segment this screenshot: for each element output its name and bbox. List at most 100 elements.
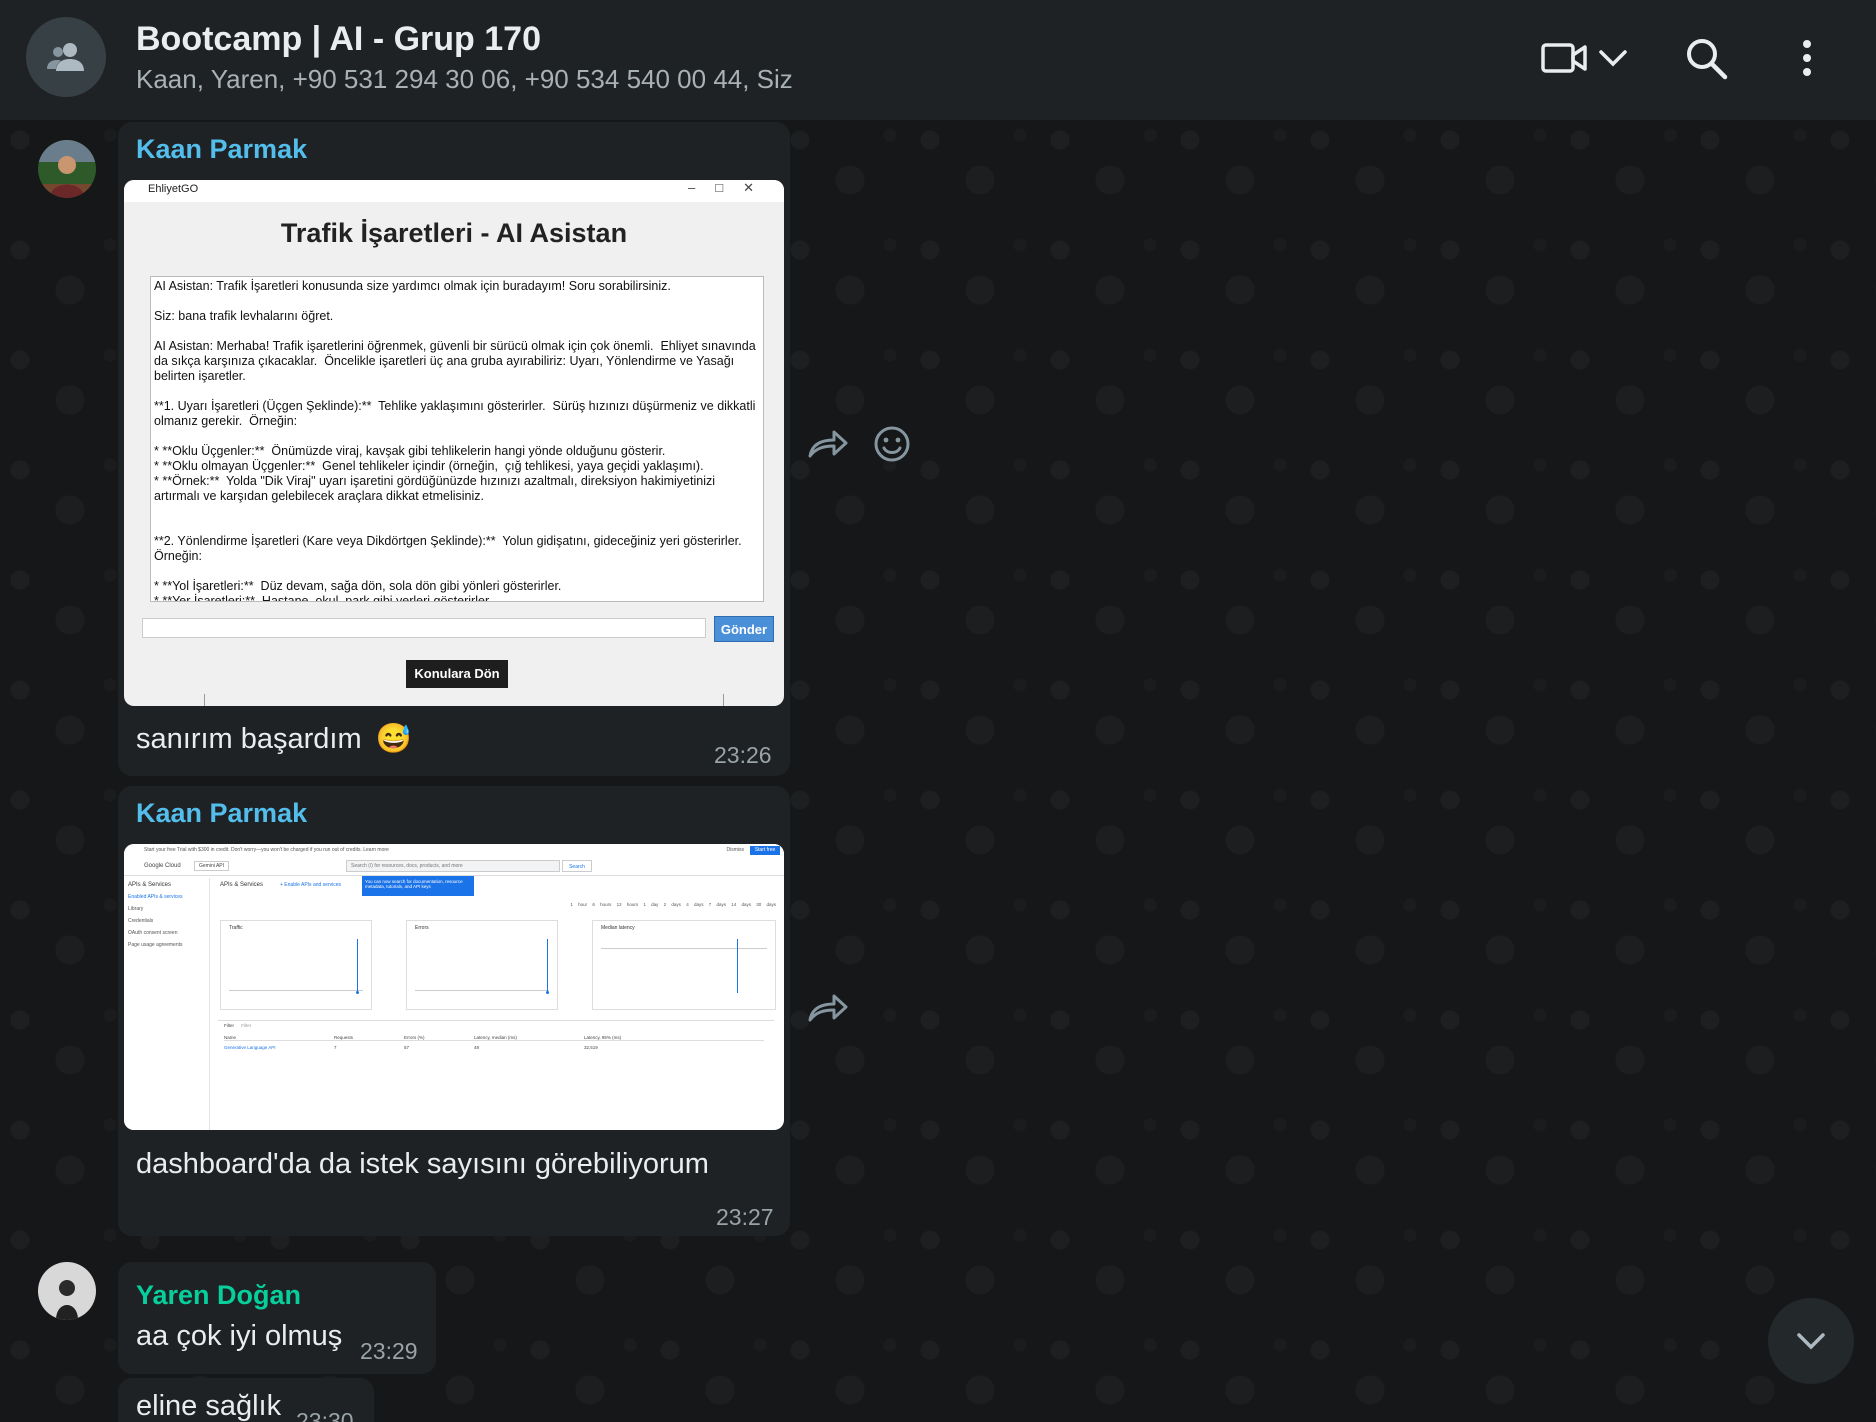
- message-time: 23:26: [714, 742, 772, 768]
- more-options-icon[interactable]: [1790, 36, 1824, 80]
- gcp-chart-card: Traffic: [220, 920, 372, 1010]
- video-call-icon[interactable]: [1540, 38, 1588, 78]
- gcp-time-option: 6 hours: [592, 902, 617, 907]
- message-time: 23:27: [716, 1204, 774, 1230]
- gcp-card-title: Errors: [415, 925, 429, 931]
- conversation-line: [154, 429, 760, 444]
- gcp-side-item: Page usage agreements: [128, 942, 183, 948]
- gcp-time-option: 1 day: [643, 902, 664, 907]
- image-attachment[interactable]: Start your free Trial with $300 in credi…: [124, 844, 784, 1130]
- gcp-time-option: 30 days: [756, 902, 776, 907]
- gcp-filter-label: Filter: [224, 1023, 234, 1028]
- conversation-line: [154, 294, 760, 309]
- gcp-time-option: 7 days: [708, 902, 732, 907]
- gcp-table-header-cell: Name: [224, 1035, 237, 1040]
- gcp-table-cell: 32,519: [584, 1045, 598, 1050]
- chat-participants[interactable]: Kaan, Yaren, +90 531 294 30 06, +90 534 …: [136, 64, 793, 95]
- gcp-table-header-cell: Latency, median (ms): [474, 1035, 517, 1040]
- app-window-title: EhliyetGO: [148, 183, 199, 195]
- gcp-chart-card: Median latency: [592, 920, 776, 1010]
- conversation-line: * **Örnek:** Yolda "Dik Viraj" uyarı işa…: [154, 474, 719, 503]
- message-bubble[interactable]: Kaan Parmak EhliyetGO –□✕ Trafik İşaretl…: [118, 122, 790, 776]
- message-time: 23:29: [360, 1338, 418, 1364]
- message-text: sanırım başardım 😅: [136, 722, 412, 756]
- gcp-filter-input: Filter: [241, 1023, 252, 1028]
- gcp-card-point: [356, 991, 359, 994]
- gcp-table-header-cell: Requests: [334, 1035, 354, 1040]
- gcp-side-item: Library: [128, 906, 144, 912]
- chevron-down-icon[interactable]: [1596, 44, 1630, 72]
- search-icon[interactable]: [1684, 36, 1728, 80]
- message-text-body: sanırım başardım: [136, 723, 362, 755]
- gcp-product-name: Google Cloud: [144, 863, 181, 869]
- sweat-smile-emoji: 😅: [375, 723, 412, 755]
- gcp-card-title: Median latency: [601, 925, 635, 931]
- sender-name[interactable]: Yaren Doğan: [136, 1280, 301, 1311]
- gcp-sidebar: APIs & Services Enabled APIs & services …: [124, 878, 210, 1130]
- conversation-line: [154, 519, 760, 534]
- gcp-table-cell: 48: [474, 1045, 480, 1050]
- gcp-tooltip: You can now search for documentation, re…: [362, 876, 474, 896]
- gcp-side-item: Enabled APIs & services: [128, 894, 183, 900]
- gcp-time-option: 12 hours: [616, 902, 644, 907]
- gcp-table-header-cell: Errors (%): [404, 1035, 425, 1040]
- gcp-card-spike: [547, 939, 548, 993]
- gcp-table-row: Generative Language API 7 57 48 32,519: [224, 1045, 764, 1050]
- message-text: dashboard'da da istek sayısını görebiliy…: [136, 1148, 709, 1180]
- gcp-search-button: Search: [562, 860, 592, 872]
- message-bubble[interactable]: Yaren Doğan aa çok iyi olmuş 23:29: [118, 1262, 436, 1374]
- gcp-time-option: 2 days: [663, 902, 687, 907]
- gcp-table-cell: 57: [404, 1045, 410, 1050]
- app-message-input: [142, 618, 706, 638]
- conversation-line: * **Oklu olmayan Üçgenler:** Genel tehli…: [154, 459, 704, 473]
- conversation-area: AI Asistan: Trafik İşaretleri konusunda …: [150, 276, 764, 602]
- forward-icon[interactable]: [808, 992, 848, 1026]
- message-bubble[interactable]: eline sağlık 23:30: [118, 1378, 374, 1422]
- conversation-line: **2. Yönlendirme İşaretleri (Kare veya D…: [154, 534, 749, 563]
- avatar-kaan[interactable]: [38, 140, 96, 198]
- avatar-yaren[interactable]: [38, 1262, 96, 1320]
- emoji-reaction-icon[interactable]: [872, 424, 912, 464]
- app-back-button: Konulara Dön: [406, 660, 508, 688]
- forward-icon[interactable]: [808, 428, 848, 462]
- message-time: 23:30: [296, 1408, 354, 1422]
- gcp-card-point: [546, 991, 549, 994]
- app-send-button: Gönder: [714, 616, 774, 642]
- gcp-time-option: 4 days: [686, 902, 709, 907]
- gcp-main-title: APIs & Services: [220, 882, 264, 888]
- gcp-card-axis: [601, 948, 767, 949]
- chat-header[interactable]: Bootcamp | AI - Grup 170 Kaan, Yaren, +9…: [0, 0, 1876, 120]
- sender-name[interactable]: Kaan Parmak: [136, 798, 307, 829]
- gcp-table-header: Name Requests Errors (%) Latency, median (m…: [224, 1035, 764, 1041]
- conversation-line: [154, 564, 760, 579]
- gcp-filter-row: Filter Filter: [224, 1023, 251, 1028]
- gcp-table-header-cell: Latency, 95% (ms): [584, 1035, 622, 1040]
- gcp-card-axis: [415, 990, 549, 991]
- message-bubble[interactable]: Kaan Parmak Start your free Trial with $…: [118, 786, 790, 1236]
- gcp-enable-link: + Enable APIs and services: [280, 882, 342, 888]
- chat-title[interactable]: Bootcamp | AI - Grup 170: [136, 20, 541, 59]
- conversation-line: Siz: bana trafik levhalarını öğret.: [154, 309, 334, 323]
- gcp-banner: Start your free Trial with $300 in credi…: [124, 844, 784, 856]
- group-icon: [47, 43, 84, 71]
- sender-name[interactable]: Kaan Parmak: [136, 134, 307, 165]
- conversation-line: [154, 384, 760, 399]
- gcp-time-option: 1 hour: [570, 902, 593, 907]
- gcp-time-option: 14 days: [731, 902, 757, 907]
- image-attachment[interactable]: EhliyetGO –□✕ Trafik İşaretleri - AI Asi…: [124, 180, 784, 706]
- conversation-line: [154, 324, 760, 339]
- gcp-side-item: Credentials: [128, 918, 154, 924]
- conversation-line: * **Yer İşaretleri:** Hastane, okul, par…: [154, 594, 492, 602]
- scroll-to-bottom-button[interactable]: [1768, 1298, 1854, 1384]
- group-avatar[interactable]: [26, 17, 106, 97]
- conversation-line: AI Asistan: Trafik İşaretleri konusunda …: [154, 279, 671, 293]
- window-controls: –□✕: [688, 180, 774, 195]
- conversation-line: **1. Uyarı İşaretleri (Üçgen Şeklinde):*…: [154, 399, 759, 428]
- app-heading: Trafik İşaretleri - AI Asistan: [280, 218, 628, 248]
- gcp-table-cell: Generative Language API: [224, 1045, 276, 1050]
- gcp-card-spike: [357, 939, 358, 993]
- message-text: aa çok iyi olmuş: [136, 1320, 343, 1352]
- gcp-banner-dismiss: Dismiss: [726, 847, 745, 853]
- conversation-line: AI Asistan: Merhaba! Trafik işaretlerini…: [154, 339, 760, 383]
- app-titlebar: EhliyetGO –□✕: [124, 180, 784, 202]
